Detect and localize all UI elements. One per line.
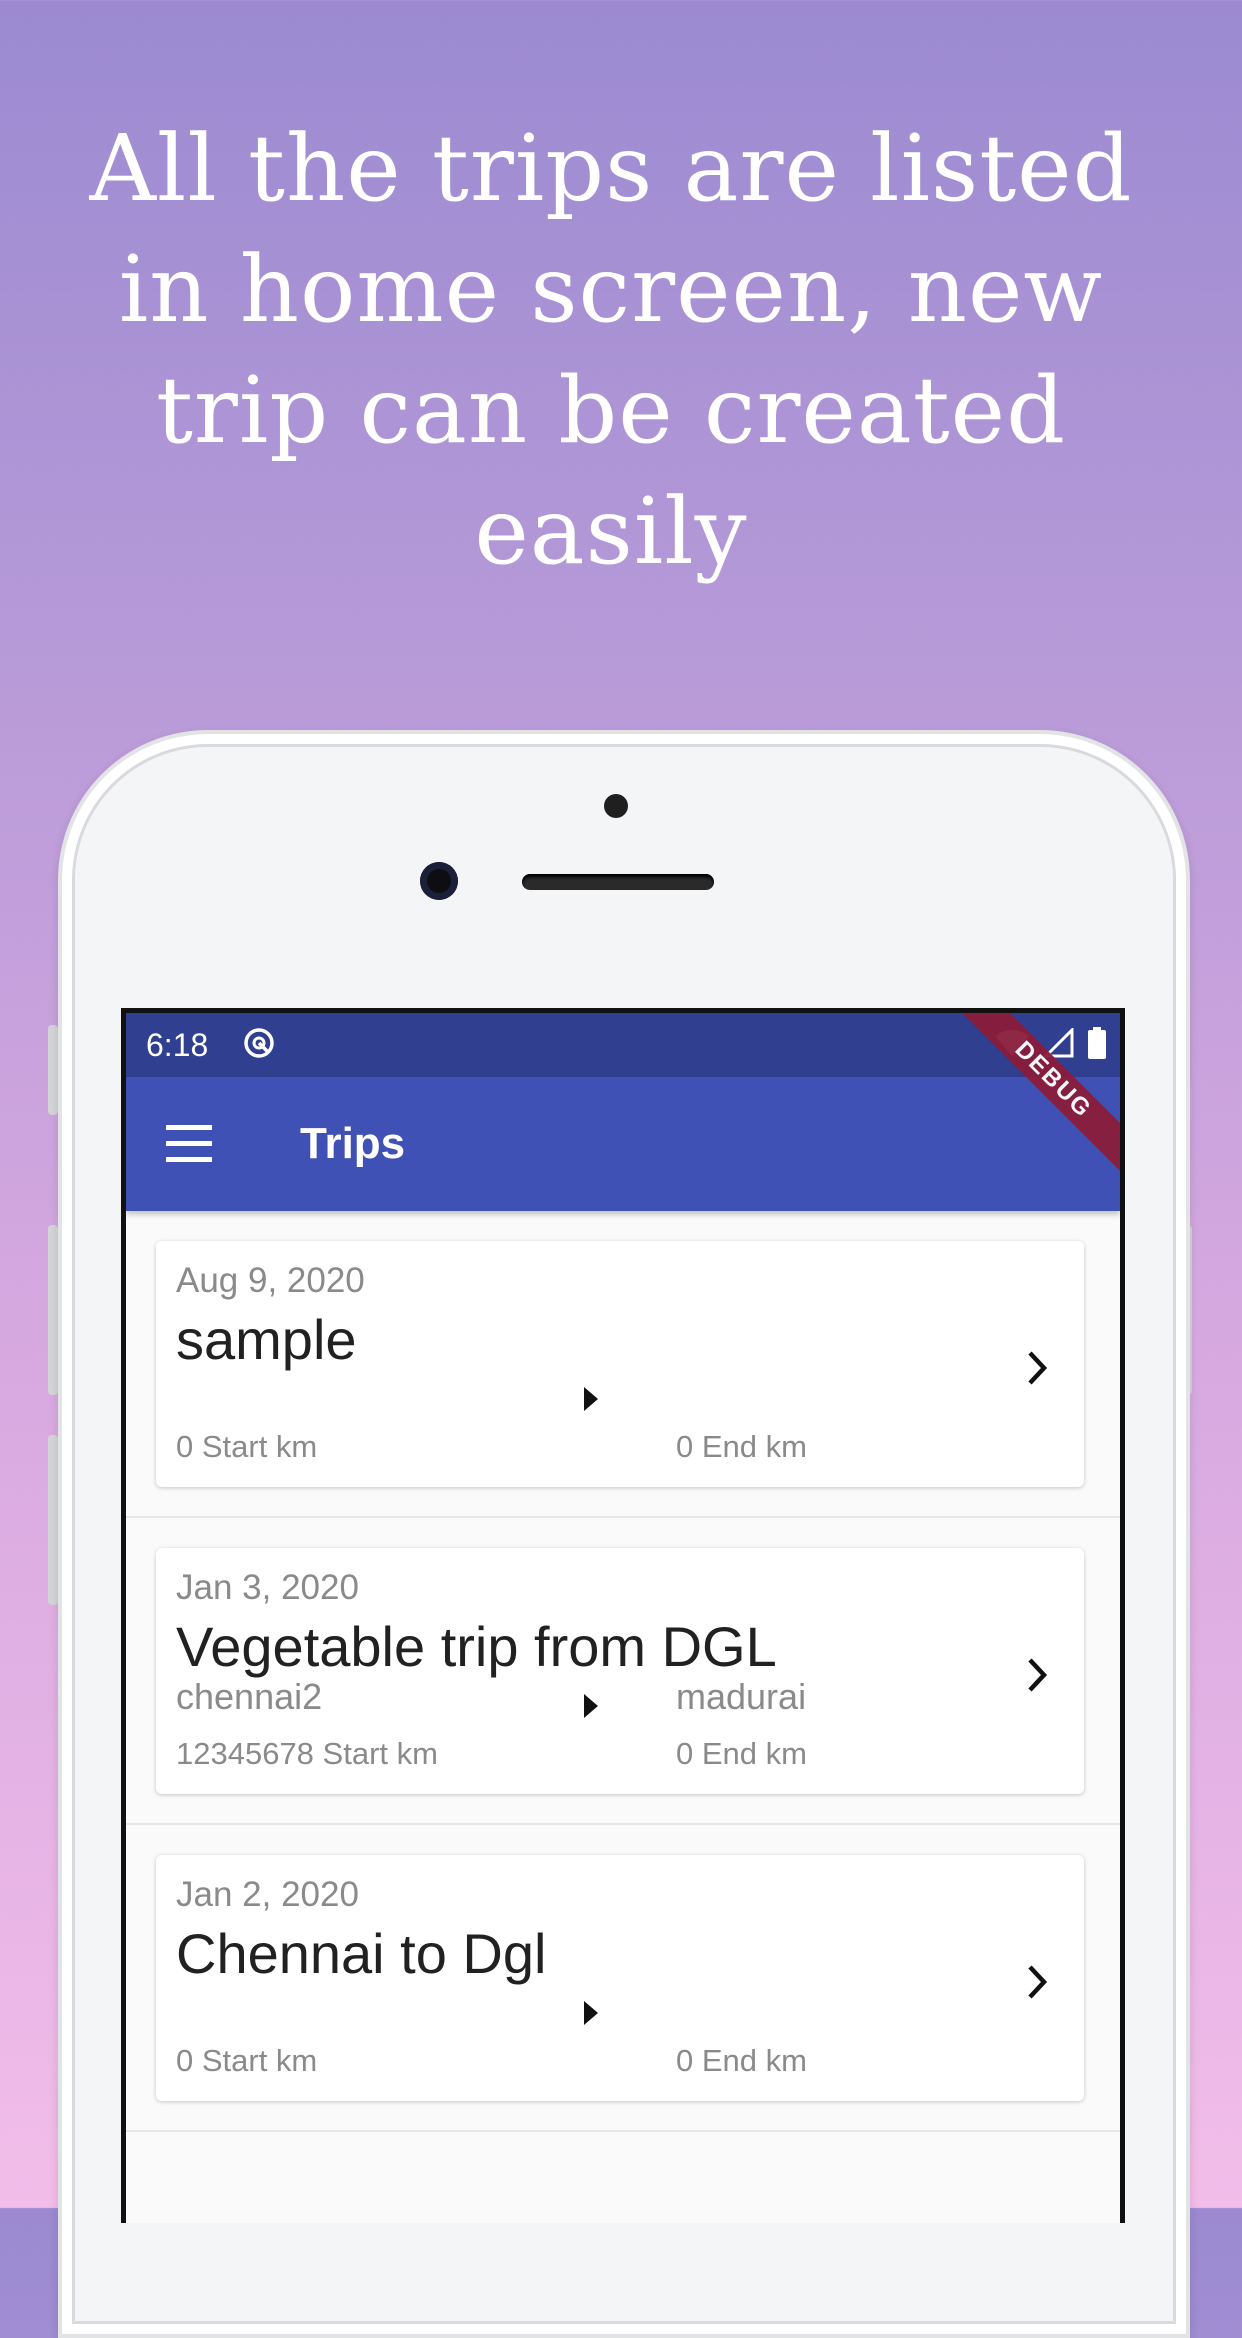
trip-title: sample xyxy=(176,1308,357,1371)
trip-start-km: 0 Start km xyxy=(176,2043,318,2078)
list-item: Jan 2, 2020 Chennai to Dgl 0 Start km 0 … xyxy=(126,1825,1120,2132)
app-screen: 6:18 Trips DEBUG Aug 9, 2020 sample 0 St… xyxy=(121,1008,1125,2223)
battery-icon xyxy=(1088,1027,1106,1059)
phone-side-button xyxy=(48,1025,58,1115)
sync-icon xyxy=(244,1028,274,1058)
trip-title: Vegetable trip from DGL xyxy=(176,1615,777,1678)
trip-from: chennai2 xyxy=(176,1676,323,1717)
chevron-right-icon[interactable] xyxy=(1022,1963,1052,2001)
chevron-right-icon[interactable] xyxy=(1022,1349,1052,1387)
phone-camera xyxy=(420,862,458,900)
phone-side-button xyxy=(48,1225,58,1395)
play-arrow-icon xyxy=(584,1387,598,1411)
list-item: Jan 3, 2020 Vegetable trip from DGL chen… xyxy=(126,1518,1120,1825)
trip-card[interactable]: Jan 3, 2020 Vegetable trip from DGL chen… xyxy=(156,1548,1084,1794)
play-arrow-icon xyxy=(584,1694,598,1718)
trip-date: Jan 2, 2020 xyxy=(176,1875,359,1914)
headline: All the trips are listed in home screen,… xyxy=(89,115,1133,585)
trip-to: madurai xyxy=(676,1676,807,1717)
trip-date: Aug 9, 2020 xyxy=(176,1261,365,1300)
chevron-right-icon[interactable] xyxy=(1022,1656,1052,1694)
list-item: Aug 9, 2020 sample 0 Start km 0 End km xyxy=(126,1211,1120,1518)
phone-side-button xyxy=(48,1435,58,1605)
app-bar: Trips xyxy=(126,1077,1120,1211)
play-arrow-icon xyxy=(584,2001,598,2025)
trip-start-km: 12345678 Start km xyxy=(176,1736,438,1771)
trip-end-km: 0 End km xyxy=(676,2043,807,2078)
trip-card[interactable]: Jan 2, 2020 Chennai to Dgl 0 Start km 0 … xyxy=(156,1855,1084,2101)
menu-icon[interactable] xyxy=(166,1125,214,1163)
trip-start-km: 0 Start km xyxy=(176,1429,318,1464)
page-title: Trips xyxy=(300,1119,406,1168)
trip-title: Chennai to Dgl xyxy=(176,1922,547,1985)
phone-sensor xyxy=(604,794,628,818)
trip-list: Aug 9, 2020 sample 0 Start km 0 End km J… xyxy=(126,1211,1120,2132)
phone-speaker xyxy=(522,874,714,890)
trip-end-km: 0 End km xyxy=(676,1736,807,1771)
trip-date: Jan 3, 2020 xyxy=(176,1568,359,1607)
trip-end-km: 0 End km xyxy=(676,1429,807,1464)
status-time: 6:18 xyxy=(146,1027,209,1063)
trip-card[interactable]: Aug 9, 2020 sample 0 Start km 0 End km xyxy=(156,1241,1084,1487)
